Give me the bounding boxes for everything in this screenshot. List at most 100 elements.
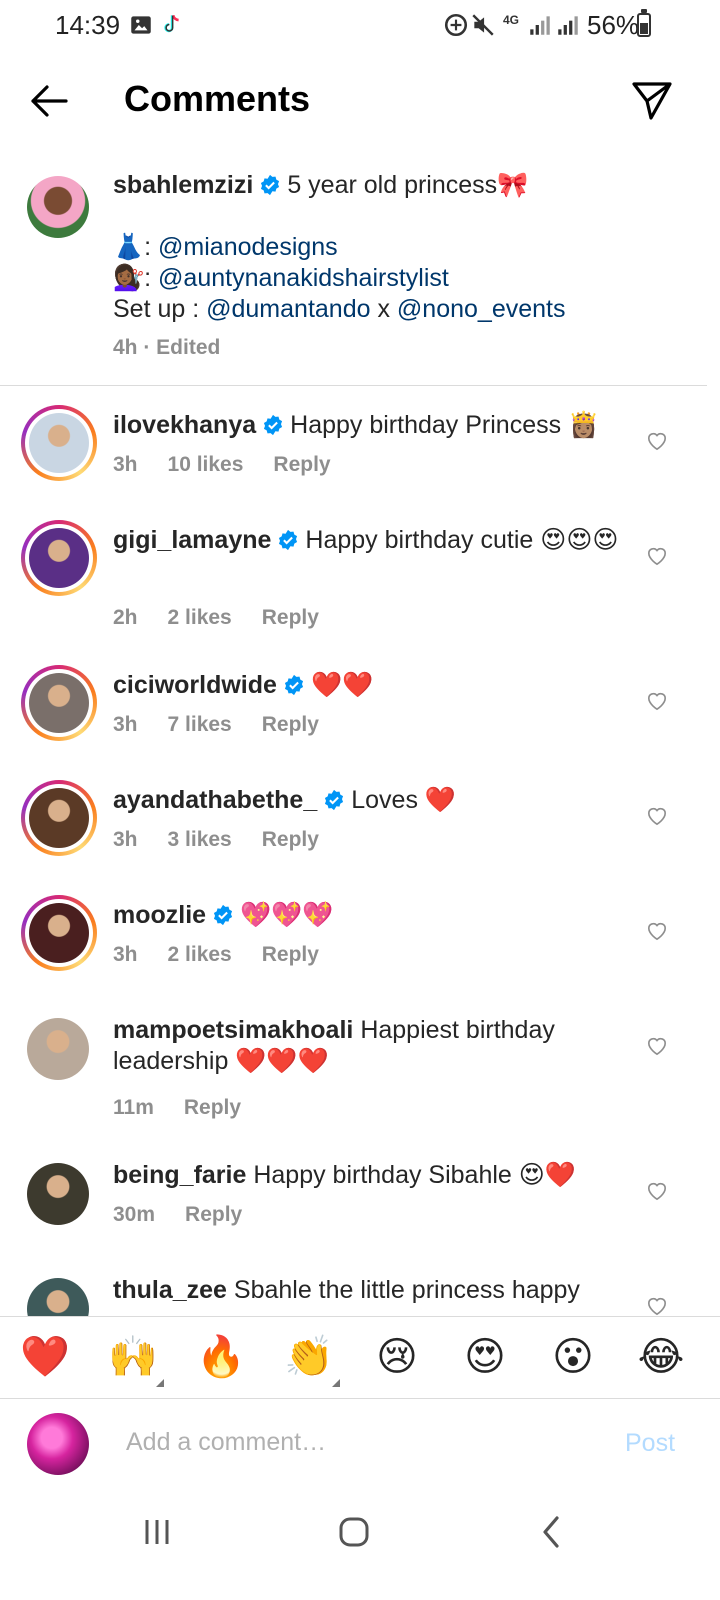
add-comment-input[interactable] xyxy=(124,1427,598,1458)
signal-icon-2 xyxy=(558,16,578,35)
like-heart-icon[interactable] xyxy=(646,546,668,566)
comment-meta: 3h 2 likes Reply xyxy=(113,943,349,967)
comment-text: moozlie 💖💖💖 xyxy=(113,900,623,931)
like-heart-icon[interactable] xyxy=(646,1181,668,1201)
reply-button[interactable]: Reply xyxy=(262,713,319,736)
like-heart-icon[interactable] xyxy=(646,1296,668,1316)
comment-time: 3h xyxy=(113,453,138,476)
comment-username[interactable]: gigi_lamayne xyxy=(113,526,271,554)
reply-button[interactable]: Reply xyxy=(185,1203,242,1226)
comment-username[interactable]: thula_zee xyxy=(113,1276,227,1304)
reaction-surprised-face[interactable]: 😮 xyxy=(548,1333,598,1381)
reply-button[interactable]: Reply xyxy=(184,1096,241,1119)
mention-link[interactable]: @auntynanakidshairstylist xyxy=(158,264,449,292)
current-user-avatar xyxy=(27,1413,89,1475)
comment-avatar[interactable] xyxy=(21,895,97,971)
comment-meta: 2h 2 likes Reply xyxy=(113,606,349,630)
reply-button[interactable]: Reply xyxy=(262,606,319,629)
battery-icon xyxy=(637,9,651,37)
like-heart-icon[interactable] xyxy=(646,921,668,941)
comment-body: Happy birthday Sibahle 😍❤️ xyxy=(253,1161,576,1189)
share-send-icon[interactable] xyxy=(630,78,674,122)
reaction-heart-eyes[interactable]: 😍 xyxy=(460,1333,510,1381)
tiktok-icon xyxy=(164,14,179,33)
post-button[interactable]: Post xyxy=(625,1429,675,1458)
comment-time: 30m xyxy=(113,1203,156,1226)
like-heart-icon[interactable] xyxy=(646,691,668,711)
mention-link[interactable]: @dumantando xyxy=(206,295,370,323)
caption-username[interactable]: sbahlemzizi xyxy=(113,171,253,199)
reaction-raising-hands[interactable]: 🙌 xyxy=(108,1333,158,1381)
comment-text: ciciworldwide ❤️❤️ xyxy=(113,670,623,701)
skin-tone-corner-icon xyxy=(332,1379,340,1387)
comment-avatar[interactable] xyxy=(21,520,97,596)
comment-time: 11m xyxy=(113,1096,154,1119)
comment-username[interactable]: being_farie xyxy=(113,1161,246,1189)
comment-likes[interactable]: 10 likes xyxy=(168,453,244,476)
reply-button[interactable]: Reply xyxy=(273,453,330,476)
comment-body: ❤️❤️ xyxy=(310,671,374,699)
comment-time: 3h xyxy=(113,828,138,851)
comment-body: Happy birthday Princess 👸🏽 xyxy=(290,411,600,439)
comment-body: Loves ❤️ xyxy=(351,786,457,814)
status-time: 14:39 xyxy=(55,10,121,40)
comment-username[interactable]: ayandathabethe_ xyxy=(113,786,317,814)
comment-meta: 30m Reply xyxy=(113,1203,272,1227)
comment-likes[interactable]: 7 likes xyxy=(168,713,232,736)
caption-text: sbahlemzizi 5 year old princess🎀 👗: @mian… xyxy=(113,171,566,323)
comment-meta: 3h 3 likes Reply xyxy=(113,828,349,852)
mention-link[interactable]: @nono_events xyxy=(397,295,566,323)
like-heart-icon[interactable] xyxy=(646,1036,668,1056)
comment-avatar[interactable] xyxy=(21,780,97,856)
comment-likes[interactable]: 3 likes xyxy=(168,828,232,851)
gallery-icon xyxy=(131,16,151,34)
comment-avatar[interactable] xyxy=(21,665,97,741)
reply-button[interactable]: Reply xyxy=(262,943,319,966)
network-type: 4G xyxy=(503,13,520,27)
comment-avatar[interactable] xyxy=(27,1018,89,1080)
setup-label: Set up : xyxy=(113,295,207,323)
comment-input-bar: Post xyxy=(0,1398,720,1491)
verified-badge-icon xyxy=(214,904,233,926)
reaction-laughing-face[interactable]: 😂 xyxy=(636,1333,686,1381)
comment-avatar[interactable] xyxy=(27,1163,89,1225)
verified-badge-icon xyxy=(279,529,298,551)
comment-text: ayandathabethe_ Loves ❤️ xyxy=(113,785,623,816)
comment-avatar[interactable] xyxy=(21,405,97,481)
comment-username[interactable]: ilovekhanya xyxy=(113,411,256,439)
comment-username[interactable]: mampoetsimakhoali xyxy=(113,1016,353,1044)
comment-text: being_farie Happy birthday Sibahle 😍❤️ xyxy=(113,1160,623,1191)
verified-badge-icon xyxy=(284,674,304,696)
mute-icon xyxy=(472,14,494,36)
divider xyxy=(0,385,707,386)
comment-text: gigi_lamayne Happy birthday cutie 😍😍😍 xyxy=(113,525,623,556)
back-nav-icon[interactable] xyxy=(530,1512,574,1552)
header: Comments xyxy=(0,60,720,140)
comment-likes[interactable]: 2 likes xyxy=(168,606,232,629)
like-heart-icon[interactable] xyxy=(646,431,668,451)
comment-text: ilovekhanya Happy birthday Princess 👸🏽 xyxy=(113,410,623,441)
comment-username[interactable]: ciciworldwide xyxy=(113,671,277,699)
comment-username[interactable]: moozlie xyxy=(113,901,206,929)
home-icon[interactable] xyxy=(332,1512,376,1552)
reaction-clapping[interactable]: 👏 xyxy=(284,1333,334,1381)
like-heart-icon[interactable] xyxy=(646,806,668,826)
hair-emoji: 💇🏾‍♀️ xyxy=(113,264,145,292)
battery-percent: 56% xyxy=(587,10,640,40)
reply-button[interactable]: Reply xyxy=(262,828,319,851)
comment-meta: 3h 10 likes Reply xyxy=(113,453,361,477)
caption-line1: 5 year old princess🎀 xyxy=(287,171,529,199)
reaction-red-heart[interactable]: ❤️ xyxy=(20,1333,70,1381)
comment-time: 2h xyxy=(113,606,138,629)
back-arrow-icon[interactable] xyxy=(28,80,70,122)
verified-badge-icon xyxy=(325,789,344,811)
comment-likes[interactable]: 2 likes xyxy=(168,943,232,966)
caption-avatar[interactable] xyxy=(27,176,89,238)
comment-text: thula_zee Sbahle the little princess hap… xyxy=(113,1275,623,1306)
comment-body: Happy birthday cutie 😍😍😍 xyxy=(305,526,619,554)
mention-link[interactable]: @mianodesigns xyxy=(158,233,338,261)
recent-apps-icon[interactable] xyxy=(135,1512,179,1552)
reaction-crying-face[interactable]: 😢 xyxy=(372,1333,422,1381)
reaction-fire[interactable]: 🔥 xyxy=(196,1333,246,1381)
signal-icon xyxy=(530,16,550,35)
